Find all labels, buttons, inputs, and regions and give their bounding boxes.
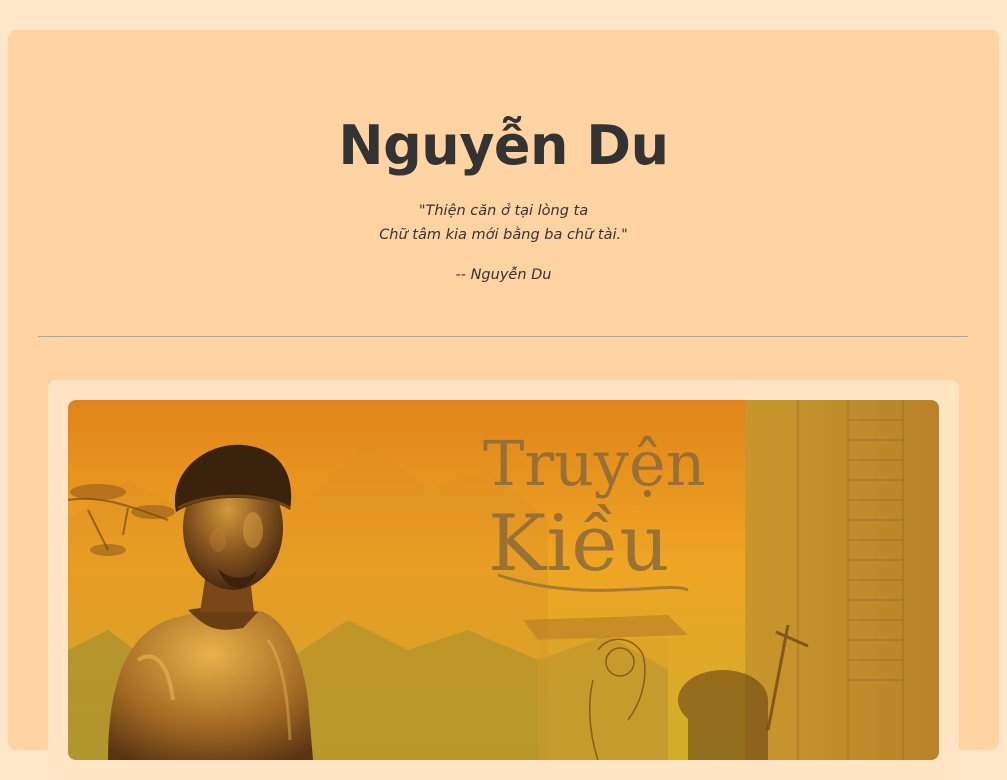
- divider: [38, 336, 968, 337]
- poster-title-line2: Kiều: [488, 499, 669, 589]
- truyen-kieu-poster-image: Truyện Kiều: [68, 400, 939, 760]
- quote-line-1: "Thiện căn ở tại lòng ta: [418, 203, 589, 219]
- image-frame: Truyện Kiều: [48, 380, 959, 780]
- page-title: Nguyễn Du: [338, 114, 669, 177]
- quote-line-2: Chữ tâm kia mới bằng ba chữ tài.": [379, 227, 628, 243]
- content-card: Nguyễn Du "Thiện căn ở tại lòng ta Chữ t…: [8, 30, 999, 780]
- quote-attribution: -- Nguyễn Du: [455, 267, 552, 283]
- poster-title-line1: Truyện: [483, 427, 706, 500]
- quote: "Thiện căn ở tại lòng ta Chữ tâm kia mới…: [8, 199, 999, 247]
